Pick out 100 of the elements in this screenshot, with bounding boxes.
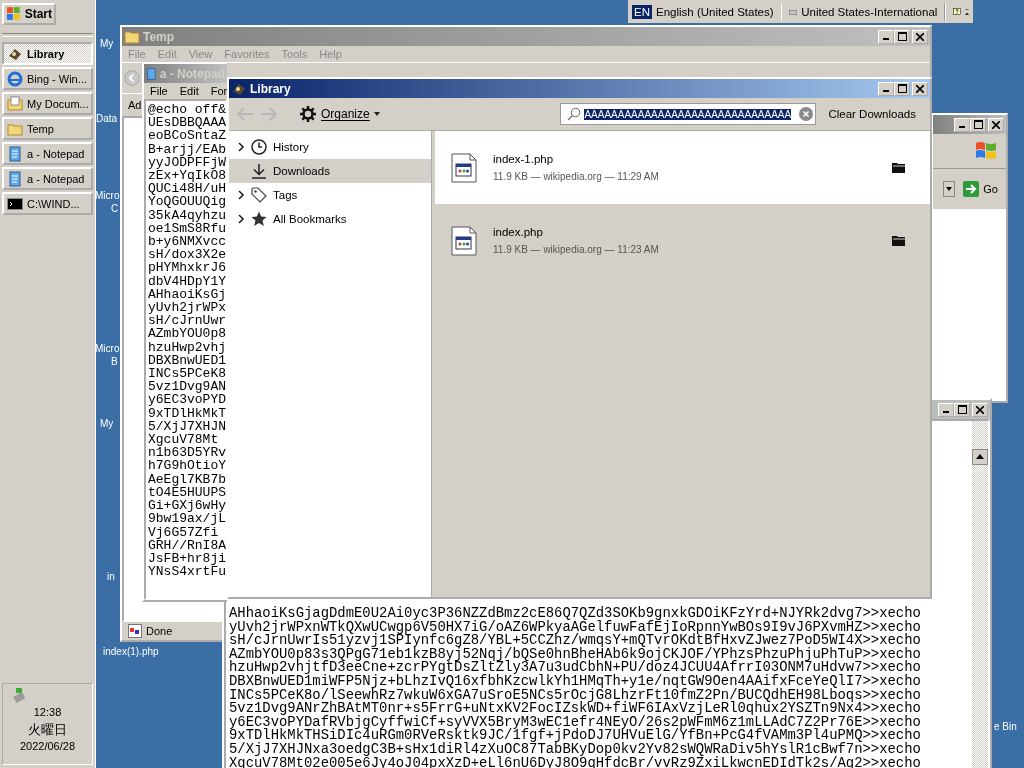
text-line: Gi+GXj6wHy (148, 499, 225, 513)
file-details: 11.9 KB — wikipedia.org — 11:23 AM (493, 244, 660, 255)
desktop-icon-label[interactable]: C (111, 203, 119, 214)
text-line: XgcuV78Mt (148, 433, 219, 447)
sidebar-item[interactable]: Tags (229, 183, 431, 207)
minimize-icon (959, 126, 965, 128)
taskbar-button[interactable]: C:\WIND... (2, 192, 93, 215)
start-button[interactable]: Start (2, 3, 56, 25)
folder-icon[interactable] (892, 161, 906, 174)
tag-icon (251, 187, 267, 203)
desktop-icon-label[interactable]: e Bin (994, 721, 1017, 732)
download-item[interactable]: index-1.php 11.9 KB — wikipedia.org — 11:29 AM (435, 131, 930, 204)
text-line: AZmbYOU0p8 (148, 327, 225, 341)
organize-button[interactable]: Organize (293, 104, 386, 124)
text-line: YNsS4xrtFu (148, 565, 225, 579)
close-icon (916, 84, 924, 93)
desktop-icon-label[interactable]: My (100, 418, 114, 429)
clear-downloads-button[interactable]: Clear Downloads (820, 108, 924, 120)
file-name: index.php (493, 226, 544, 238)
text-line: B+arjj/EAb (148, 142, 225, 156)
arrow-right-icon (963, 181, 980, 197)
sidebar-item[interactable]: Downloads (229, 159, 431, 183)
text-line: GRH//RnI8A (148, 538, 225, 552)
clock-time: 12:38 (33, 705, 62, 720)
search-field[interactable]: AAAAAAAAAAAAAAAAAAAAAAAAAAAAAAA (560, 103, 817, 125)
gear-icon (299, 105, 317, 123)
address-label: Ad (128, 99, 142, 111)
text-line: 5/XjJ7XHJNxa3oedgC3B+sHx1diRl4zXuOC87TabBKyDop0kv2Yv82sWQWRaDiv5hYslR1cBwf7n>>xecho (229, 742, 922, 757)
taskbar-button[interactable]: Temp (2, 117, 93, 140)
text-line: y6EC3voPYDafRVbjgCyffwiCf+syVVX5BryM3wEC1efr4NEyO/26s2pWFmM6z1mLLAdC7Z2Pr76E>>xecho (229, 715, 922, 730)
close-icon (916, 32, 924, 41)
text-line: JsFB+hr8ji (148, 551, 225, 566)
sidebar-item[interactable]: All Bookmarks (229, 207, 431, 231)
text-line: INCs5PCeK8o/lSeewhRz7wkuW6xGA7uSroE5NCs5rOcjG8LhzrFt10fmZ2Pn/BUCQdhEH98Lboqs>>xecho (229, 688, 922, 703)
text-line: DBXBnwUED1 (148, 353, 225, 368)
text-line: y6EC3voPYD (148, 393, 225, 407)
text-line: sH/dox3X2e (148, 248, 225, 262)
expand-chevron-icon[interactable] (237, 142, 245, 152)
folder-icon (124, 29, 140, 44)
maximize-icon (957, 405, 967, 414)
maximize-icon (973, 120, 983, 129)
text-line: Vj6G57Zfi (148, 525, 219, 539)
desktop-icon-label[interactable]: Micro (95, 190, 120, 201)
window-title: Temp (143, 29, 175, 44)
search-icon (567, 107, 582, 121)
folder-icon[interactable] (892, 234, 906, 247)
star-icon (251, 211, 267, 227)
desktop-icon-label[interactable]: B (111, 356, 118, 367)
expand-chevron-icon[interactable] (237, 214, 245, 224)
minimize-button[interactable] (878, 81, 894, 96)
maximize-button[interactable] (894, 81, 910, 96)
text-line: sH/cJrnUwrIs51yzvj1SPIynfc6gZ8/YBL+5CCZhz/wmqsY+mQTvrOKdtBfHxvZJwez7PoD5WI4X>>xecho (229, 634, 922, 648)
close-icon (976, 405, 984, 414)
maximize-icon (897, 84, 907, 93)
text-line: b+y6NMXvcc (148, 235, 225, 249)
text-line: sH/cJrnUwr (148, 314, 225, 328)
minimize-icon (883, 38, 889, 40)
file-details: 11.9 KB — wikipedia.org — 11:29 AM (493, 171, 660, 182)
menu-item[interactable]: Edit (179, 85, 199, 97)
taskbar-button[interactable]: Library (2, 42, 93, 65)
text-line: 9bw19ax/jL (148, 512, 225, 526)
taskbar-button[interactable]: a - Notepad (2, 167, 93, 190)
menu-item[interactable]: For (210, 85, 227, 97)
file-icon (451, 152, 477, 183)
scroll-up-icon[interactable] (972, 449, 988, 465)
text-line: yUvh2jrWPx (148, 301, 225, 315)
notepad-icon (146, 65, 157, 82)
desktop-icon-label[interactable]: Micro (95, 343, 120, 354)
desktop-icon-label[interactable]: index(1).php (103, 646, 159, 657)
text-line: n1b63D5YRv (148, 446, 225, 460)
menu-item[interactable]: File (150, 85, 168, 97)
text-line: 35kA4qyhzu (148, 208, 225, 222)
desktop-icon-label[interactable]: in (107, 571, 115, 582)
keyboard-layout[interactable]: United States-International (801, 5, 938, 18)
taskbar-button[interactable]: My Docum... (2, 92, 93, 115)
scrollbar[interactable] (972, 421, 988, 768)
clear-search-icon[interactable] (799, 107, 814, 121)
windows-logo-icon (974, 140, 998, 162)
taskbar-button[interactable]: Bing - Win... (2, 67, 93, 90)
language-code[interactable]: EN (632, 4, 652, 19)
maximize-icon (897, 32, 907, 41)
taskbar-button[interactable]: a - Notepad (2, 142, 93, 165)
desktop-icon-label[interactable]: Data (96, 113, 118, 124)
text-line: 5/XjJ7XHJN (148, 419, 225, 434)
desktop-icon-label[interactable]: My (100, 38, 114, 49)
close-button[interactable] (912, 81, 928, 96)
text-line: yUvh2jrWPxnWTkQXwUCwgp6V50HX7iG/oAZ6WPkyaAGelfuwFafEjIoRpnnYwBOs9I9vJ6PXvmHZ>>xecho (229, 620, 922, 635)
text-line: DBXBnwUED1miWFP5Njz+bLhzIvQ16xfbhKzcwlkYh1HMqTh+y1e/nqtGW9Oen4AAifxFceYeQlI7>>xecho (229, 674, 922, 689)
text-line: 9xTDlHkMkT (148, 406, 225, 420)
language-name[interactable]: English (United States) (656, 5, 774, 18)
console-icon (7, 195, 23, 212)
text-line: dbV4HDpY1Y (148, 274, 225, 288)
text-line: tO4E5HUUPS (148, 485, 225, 500)
clock-weekday: 火曜日 (28, 721, 67, 738)
expand-chevron-icon[interactable] (237, 190, 245, 200)
text-line: YoQGOUUQig (148, 195, 225, 209)
text-line: QUCi48H/uH (148, 182, 225, 196)
sidebar-item[interactable]: History (229, 135, 431, 159)
text-line: hzuHwp2vhjtfD3eeCne+zcrPYgtDsZltZly3A7u3udCbhN+PU/doz4JCUU4AfrrI03ONM7uHdvw7>>xecho (229, 661, 922, 675)
text-line: INCs5PCeK8 (148, 367, 225, 381)
